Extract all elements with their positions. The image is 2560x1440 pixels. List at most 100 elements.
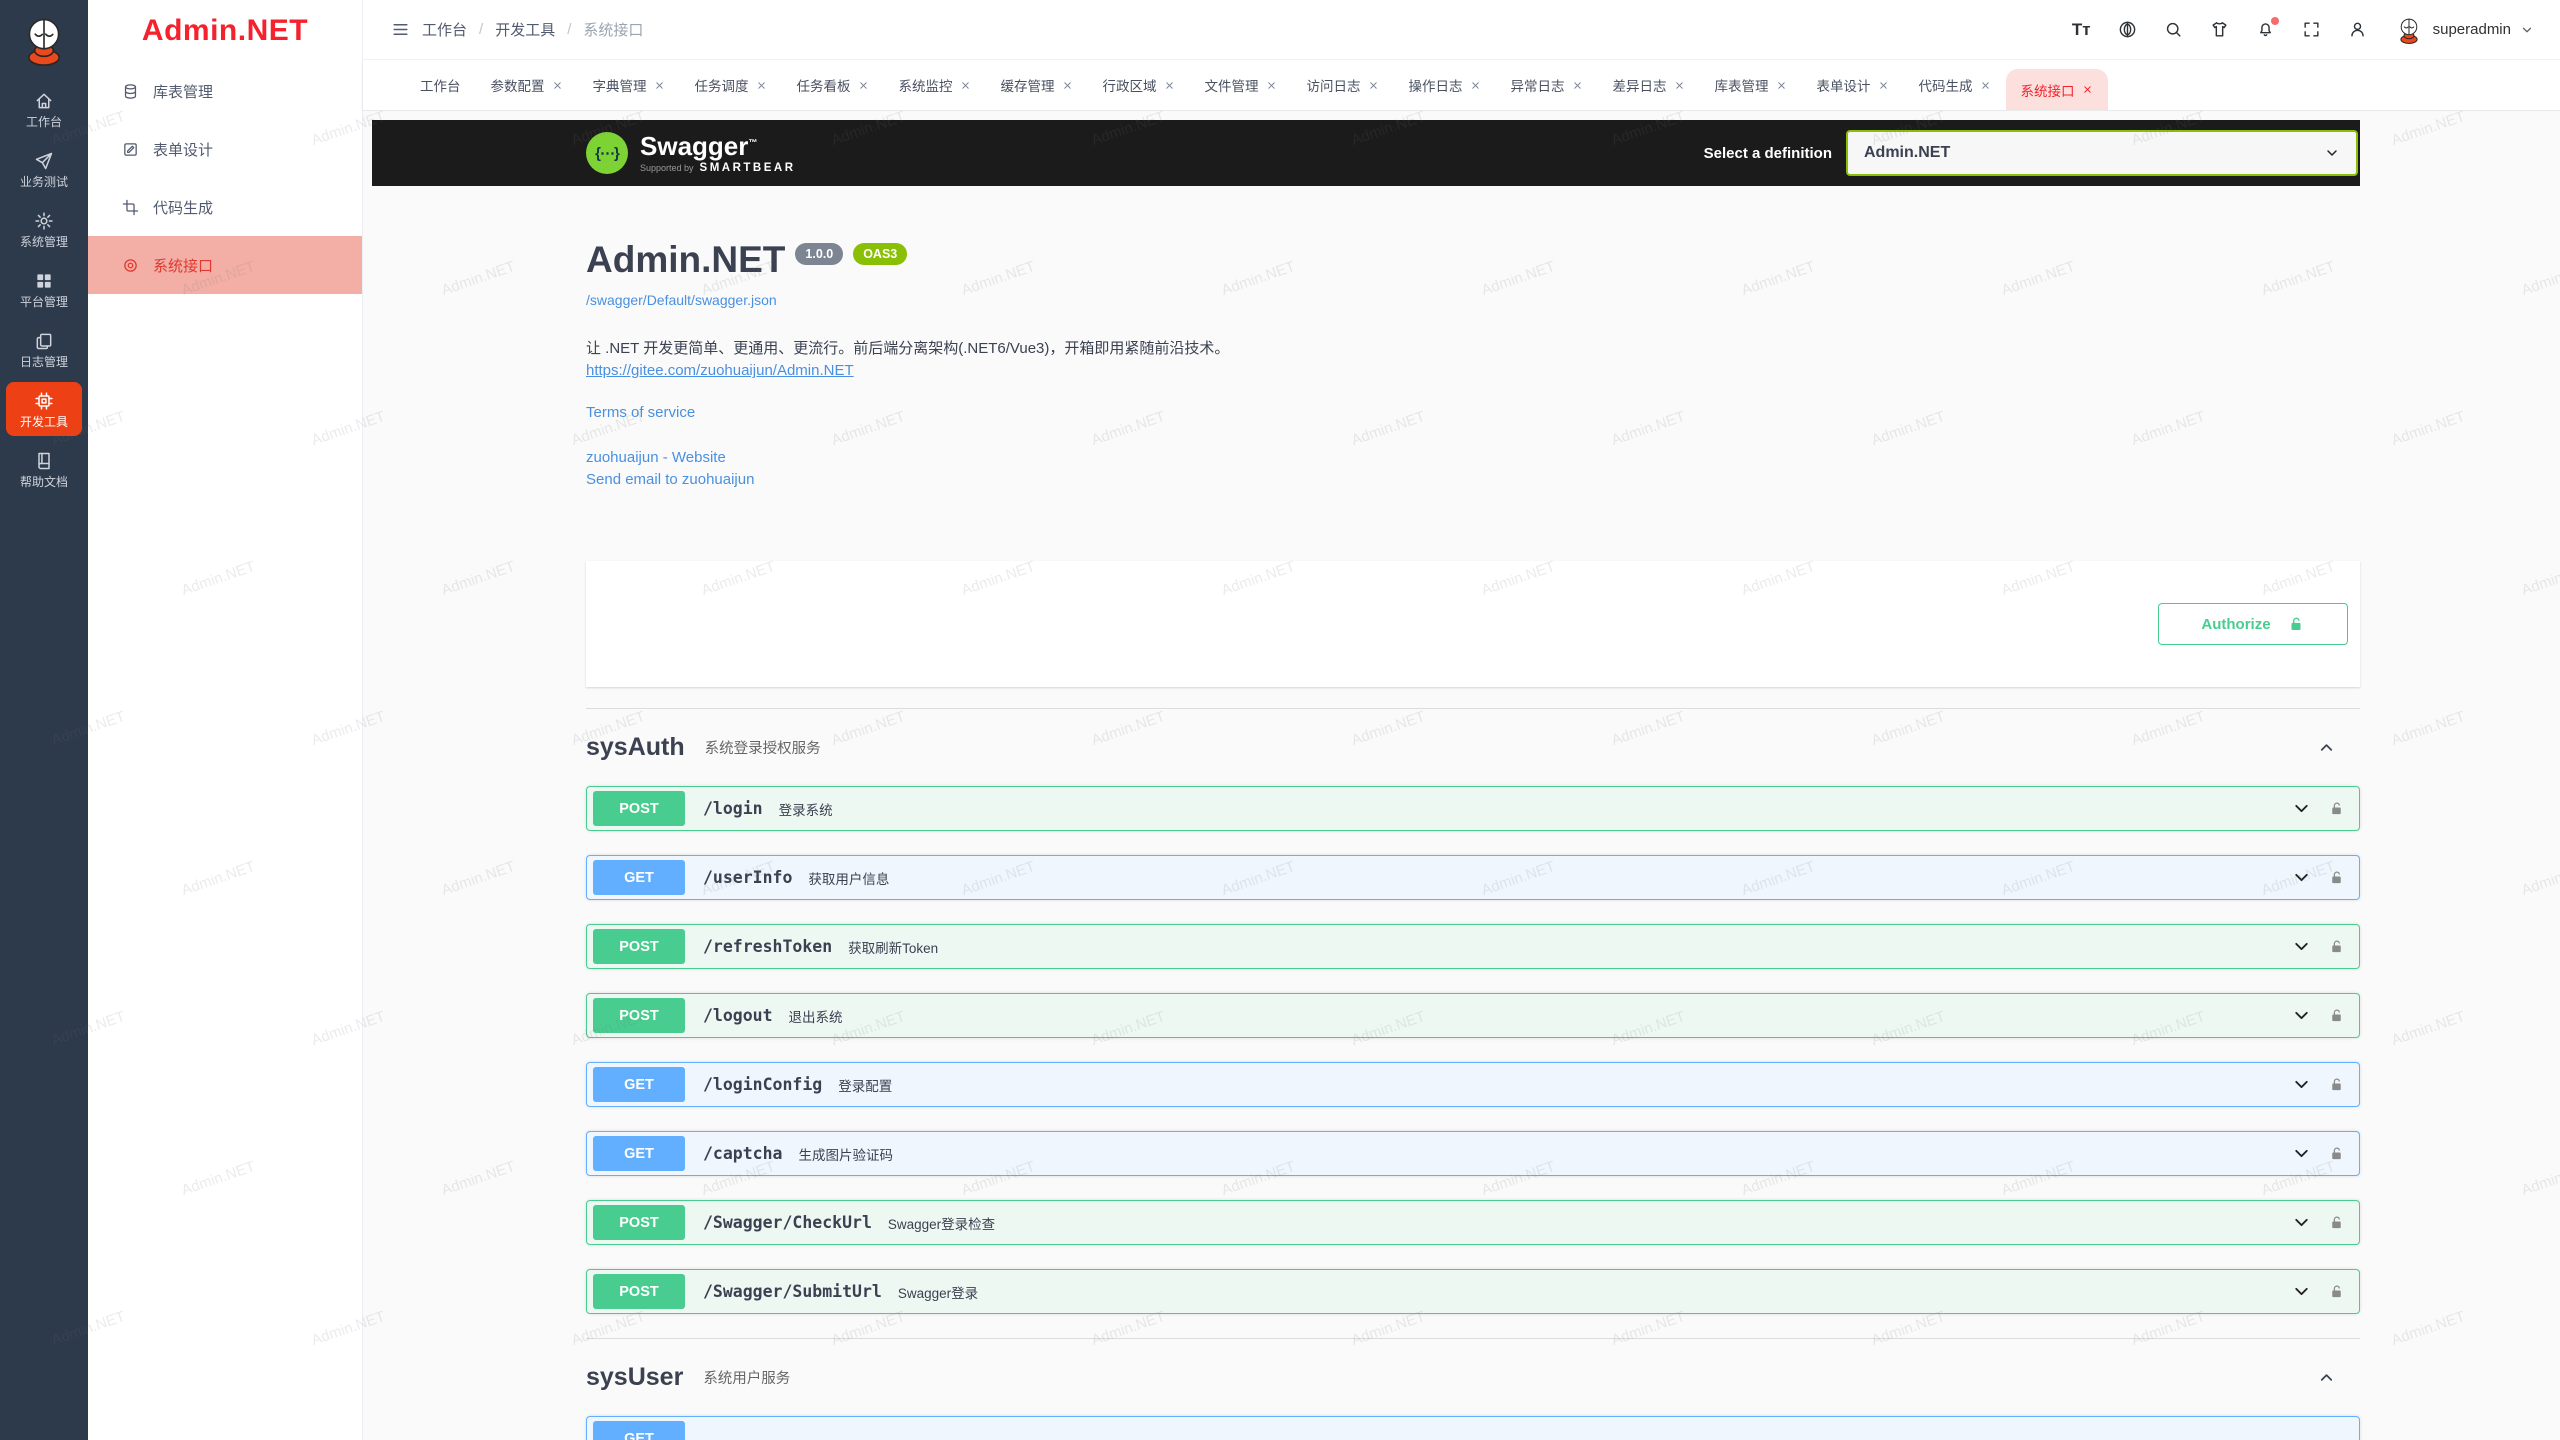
tab-缓存管理[interactable]: 缓存管理 — [986, 60, 1088, 110]
tab-label: 参数配置 — [491, 75, 545, 95]
auth-lock-icon[interactable] — [2328, 1214, 2345, 1231]
tab-访问日志[interactable]: 访问日志 — [1292, 60, 1394, 110]
tab-label: 任务调度 — [695, 75, 749, 95]
website-link[interactable]: zuohuaijun - Website — [586, 447, 2360, 469]
menu-item-系统接口[interactable]: 系统接口 — [88, 236, 362, 294]
api-operation[interactable]: POST/refreshToken获取刷新Token — [586, 924, 2360, 969]
tab-close-icon — [858, 80, 869, 91]
tab-文件管理[interactable]: 文件管理 — [1190, 60, 1292, 110]
expand-operation-icon[interactable] — [2291, 1074, 2312, 1095]
theme-action[interactable] — [2210, 20, 2229, 39]
sidebar-item-日志管理[interactable]: 日志管理 — [6, 322, 82, 376]
auth-lock-icon[interactable] — [2328, 1007, 2345, 1024]
expand-operation-icon[interactable] — [2291, 936, 2312, 957]
sidebar-item-工作台[interactable]: 工作台 — [6, 82, 82, 136]
auth-lock-icon[interactable] — [2328, 1283, 2345, 1300]
tab-系统监控[interactable]: 系统监控 — [884, 60, 986, 110]
swagger-body: Admin.NET 1.0.0 OAS3 /swagger/Default/sw… — [372, 186, 2360, 1440]
tab-close-icon — [1980, 80, 1991, 91]
profile-action[interactable] — [2348, 20, 2367, 39]
expand-operation-icon[interactable] — [2291, 1143, 2312, 1164]
sidebar-item-帮助文档[interactable]: 帮助文档 — [6, 442, 82, 496]
terms-link[interactable]: Terms of service — [586, 404, 695, 421]
api-operation[interactable]: POST/Swagger/CheckUrlSwagger登录检查 — [586, 1200, 2360, 1245]
menu-item-库表管理[interactable]: 库表管理 — [88, 62, 362, 120]
spec-url-link[interactable]: /swagger/Default/swagger.json — [586, 292, 2360, 308]
menu-item-表单设计[interactable]: 表单设计 — [88, 120, 362, 178]
collapse-menu-icon[interactable] — [391, 20, 410, 39]
tab-close-icon — [552, 80, 563, 91]
api-operation[interactable]: POST/Swagger/SubmitUrlSwagger登录 — [586, 1269, 2360, 1314]
tab-表单设计[interactable]: 表单设计 — [1802, 60, 1904, 110]
app-logo-avatar[interactable] — [16, 12, 72, 68]
tab-参数配置[interactable]: 参数配置 — [476, 60, 578, 110]
tab-字典管理[interactable]: 字典管理 — [578, 60, 680, 110]
auth-lock-icon[interactable] — [2328, 869, 2345, 886]
api-summary: 登录配置 — [838, 1075, 892, 1095]
auth-lock-icon[interactable] — [2328, 800, 2345, 817]
tab-label: 差异日志 — [1613, 75, 1667, 95]
authorize-button[interactable]: Authorize — [2158, 603, 2348, 645]
tab-库表管理[interactable]: 库表管理 — [1700, 60, 1802, 110]
section-header-sysUser[interactable]: sysUser系统用户服务 — [586, 1339, 2360, 1416]
breadcrumb-separator: / — [479, 21, 483, 38]
tab-label: 访问日志 — [1307, 75, 1361, 95]
expand-operation-icon[interactable] — [2291, 798, 2312, 819]
sidebar-item-开发工具[interactable]: 开发工具 — [6, 382, 82, 436]
api-operation[interactable]: POST/logout退出系统 — [586, 993, 2360, 1038]
fullscreen-icon — [2302, 20, 2321, 39]
api-operation[interactable]: GET/userInfo获取用户信息 — [586, 855, 2360, 900]
repo-link[interactable]: https://gitee.com/zuohuaijun/Admin.NET — [586, 362, 854, 379]
home-icon — [34, 91, 54, 111]
brand-logo-text: Admin.NET — [88, 0, 362, 62]
api-operation[interactable]: POST/login登录系统 — [586, 786, 2360, 831]
auth-lock-icon[interactable] — [2328, 938, 2345, 955]
fullscreen-action[interactable] — [2302, 20, 2321, 39]
tab-行政区域[interactable]: 行政区域 — [1088, 60, 1190, 110]
user-menu[interactable]: superadmin — [2394, 15, 2534, 45]
sidebar-item-label: 业务测试 — [20, 176, 68, 188]
search-action[interactable] — [2164, 20, 2183, 39]
api-operation[interactable]: GET/captcha生成图片验证码 — [586, 1131, 2360, 1176]
tab-close-icon — [960, 80, 971, 91]
breadcrumb-item[interactable]: 开发工具 — [495, 19, 555, 40]
email-link[interactable]: Send email to zuohuaijun — [586, 469, 2360, 491]
auth-lock-icon[interactable] — [2328, 1145, 2345, 1162]
tab-label: 异常日志 — [1511, 75, 1565, 95]
sidebar-item-平台管理[interactable]: 平台管理 — [6, 262, 82, 316]
tab-label: 工作台 — [420, 75, 461, 95]
menu-item-代码生成[interactable]: 代码生成 — [88, 178, 362, 236]
expand-operation-icon[interactable] — [2291, 1212, 2312, 1233]
primary-nav: 工作台业务测试系统管理平台管理日志管理开发工具帮助文档 — [6, 82, 82, 502]
tab-工作台[interactable]: 工作台 — [405, 60, 476, 110]
notification-action[interactable] — [2256, 20, 2275, 39]
tab-异常日志[interactable]: 异常日志 — [1496, 60, 1598, 110]
api-summary: 获取刷新Token — [848, 937, 938, 957]
language-action[interactable] — [2118, 20, 2137, 39]
tab-任务看板[interactable]: 任务看板 — [782, 60, 884, 110]
tab-系统接口[interactable]: 系统接口 — [2006, 69, 2108, 110]
sidebar-item-系统管理[interactable]: 系统管理 — [6, 202, 82, 256]
tab-操作日志[interactable]: 操作日志 — [1394, 60, 1496, 110]
expand-operation-icon[interactable] — [2291, 867, 2312, 888]
tab-代码生成[interactable]: 代码生成 — [1904, 60, 2006, 110]
section-header-sysAuth[interactable]: sysAuth系统登录授权服务 — [586, 709, 2360, 786]
book-icon — [34, 451, 54, 471]
definition-selected-value: Admin.NET — [1864, 144, 1950, 162]
tab-label: 缓存管理 — [1001, 75, 1055, 95]
api-summary: Swagger登录检查 — [888, 1213, 995, 1233]
definition-select[interactable]: Admin.NET — [1846, 130, 2358, 176]
auth-lock-icon[interactable] — [2328, 1076, 2345, 1093]
breadcrumb-item[interactable]: 工作台 — [422, 19, 467, 40]
expand-operation-icon[interactable] — [2291, 1281, 2312, 1302]
expand-operation-icon[interactable] — [2291, 1005, 2312, 1026]
tab-差异日志[interactable]: 差异日志 — [1598, 60, 1700, 110]
tab-任务调度[interactable]: 任务调度 — [680, 60, 782, 110]
http-method-badge: GET — [593, 1421, 685, 1440]
font-size-action[interactable]: Tᴛ — [2072, 21, 2091, 38]
api-operation[interactable]: GET — [586, 1416, 2360, 1440]
notification-badge — [2271, 17, 2279, 25]
sidebar-item-业务测试[interactable]: 业务测试 — [6, 142, 82, 196]
api-operation[interactable]: GET/loginConfig登录配置 — [586, 1062, 2360, 1107]
contact-rows: zuohuaijun - Website Send email to zuohu… — [586, 447, 2360, 491]
